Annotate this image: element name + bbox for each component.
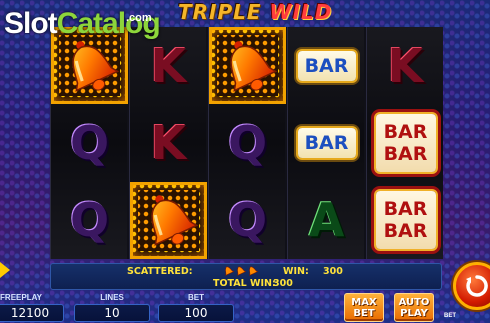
lines-value-box[interactable]: 10: [74, 304, 150, 322]
total-win-row: TOTAL WIN: 300: [51, 278, 441, 290]
total-win-label: TOTAL WIN:: [213, 278, 276, 289]
lines-label: LINES: [100, 293, 124, 302]
left-arrow-icon[interactable]: [0, 262, 10, 278]
symbol-q: Q: [209, 104, 286, 181]
bell-icon: [249, 266, 258, 276]
double-bar-plate: BAR BAR: [375, 191, 436, 250]
bell-icon: [237, 266, 246, 276]
symbol-bell-scatter: [209, 27, 286, 105]
scattered-label: SCATTERED:: [127, 266, 193, 277]
max-bet-line2: BET: [353, 307, 375, 319]
symbol-bar: BAR: [288, 27, 365, 104]
bell-icon: [229, 40, 277, 92]
symbol-a-letter: A: [308, 193, 345, 248]
symbol-q-letter: Q: [227, 193, 268, 248]
bet-value-box[interactable]: 100: [158, 304, 234, 322]
symbol-q-letter: Q: [227, 115, 268, 170]
bell-icon: [71, 40, 119, 92]
total-win-value: 300: [273, 278, 293, 289]
freeplay-value-box: 12100: [0, 304, 64, 322]
bell-icon: [150, 195, 198, 247]
symbol-bar: BAR: [288, 104, 365, 181]
reel-3: Q Q: [208, 27, 286, 259]
bet-value: 100: [184, 306, 208, 320]
lines-value: 10: [104, 306, 120, 320]
symbol-q: Q: [209, 182, 286, 259]
game-title: TRIPLE WILD: [178, 0, 332, 24]
reel-2: K K: [129, 27, 207, 259]
bottom-bar: FREEPLAY 12100 LINES 10 BET 100 MAX BET …: [0, 293, 490, 323]
double-bar-bottom: BAR: [383, 220, 428, 243]
reel-1: Q Q: [50, 27, 128, 259]
win-label: WIN:: [283, 266, 309, 277]
logo-slot-text: Slot: [4, 7, 58, 40]
bar-label: BAR: [297, 127, 356, 158]
symbol-k-letter: K: [150, 115, 187, 170]
symbol-bell-scatter: [130, 181, 207, 259]
max-bet-line1: MAX: [351, 296, 377, 308]
win-value: 300: [323, 266, 343, 277]
game-title-part2: WILD: [269, 0, 333, 24]
symbol-double-bar: BAR BAR: [367, 182, 444, 259]
bar-label: BAR: [297, 50, 356, 81]
logo-com-text: .com: [126, 12, 152, 24]
bet-tag: BET: [444, 313, 456, 319]
scatter-win-row: SCATTERED: WIN: 300: [51, 266, 441, 278]
freeplay-label: FREEPLAY: [0, 293, 42, 302]
symbol-k-letter: K: [387, 38, 424, 93]
auto-play-button[interactable]: AUTO PLAY: [394, 293, 434, 322]
scatter-icons: [223, 265, 258, 277]
auto-play-line1: AUTO: [398, 296, 430, 308]
reel-grid: Q Q K K Q Q BAR BAR A K BAR BAR BAR BAR: [50, 27, 443, 259]
bet-label: BET: [188, 293, 204, 302]
double-bar-bottom: BAR: [383, 142, 428, 165]
double-bar-top: BAR: [383, 198, 428, 221]
symbol-k: K: [130, 104, 207, 181]
reel-4: BAR BAR A: [287, 27, 364, 259]
reel-5: K BAR BAR BAR BAR: [366, 27, 443, 259]
bell-icon: [225, 266, 234, 276]
double-bar-plate: BAR BAR: [375, 113, 436, 172]
symbol-k-letter: K: [150, 38, 187, 93]
game-title-part1: TRIPLE: [178, 0, 262, 24]
symbol-q: Q: [51, 104, 128, 181]
spin-icon: [466, 275, 488, 297]
symbol-k: K: [367, 27, 444, 104]
symbol-q-letter: Q: [69, 115, 110, 170]
auto-play-line2: PLAY: [400, 307, 428, 319]
symbol-a: A: [288, 182, 365, 259]
slotcatalog-logo: SlotCatalog .com: [4, 6, 161, 42]
symbol-double-bar: BAR BAR: [367, 104, 444, 181]
win-info-panel: SCATTERED: WIN: 300 TOTAL WIN: 300: [50, 263, 442, 290]
symbol-q: Q: [51, 182, 128, 259]
symbol-q-letter: Q: [69, 193, 110, 248]
freeplay-value: 12100: [10, 306, 50, 320]
max-bet-button[interactable]: MAX BET: [344, 293, 384, 322]
double-bar-top: BAR: [383, 120, 428, 143]
